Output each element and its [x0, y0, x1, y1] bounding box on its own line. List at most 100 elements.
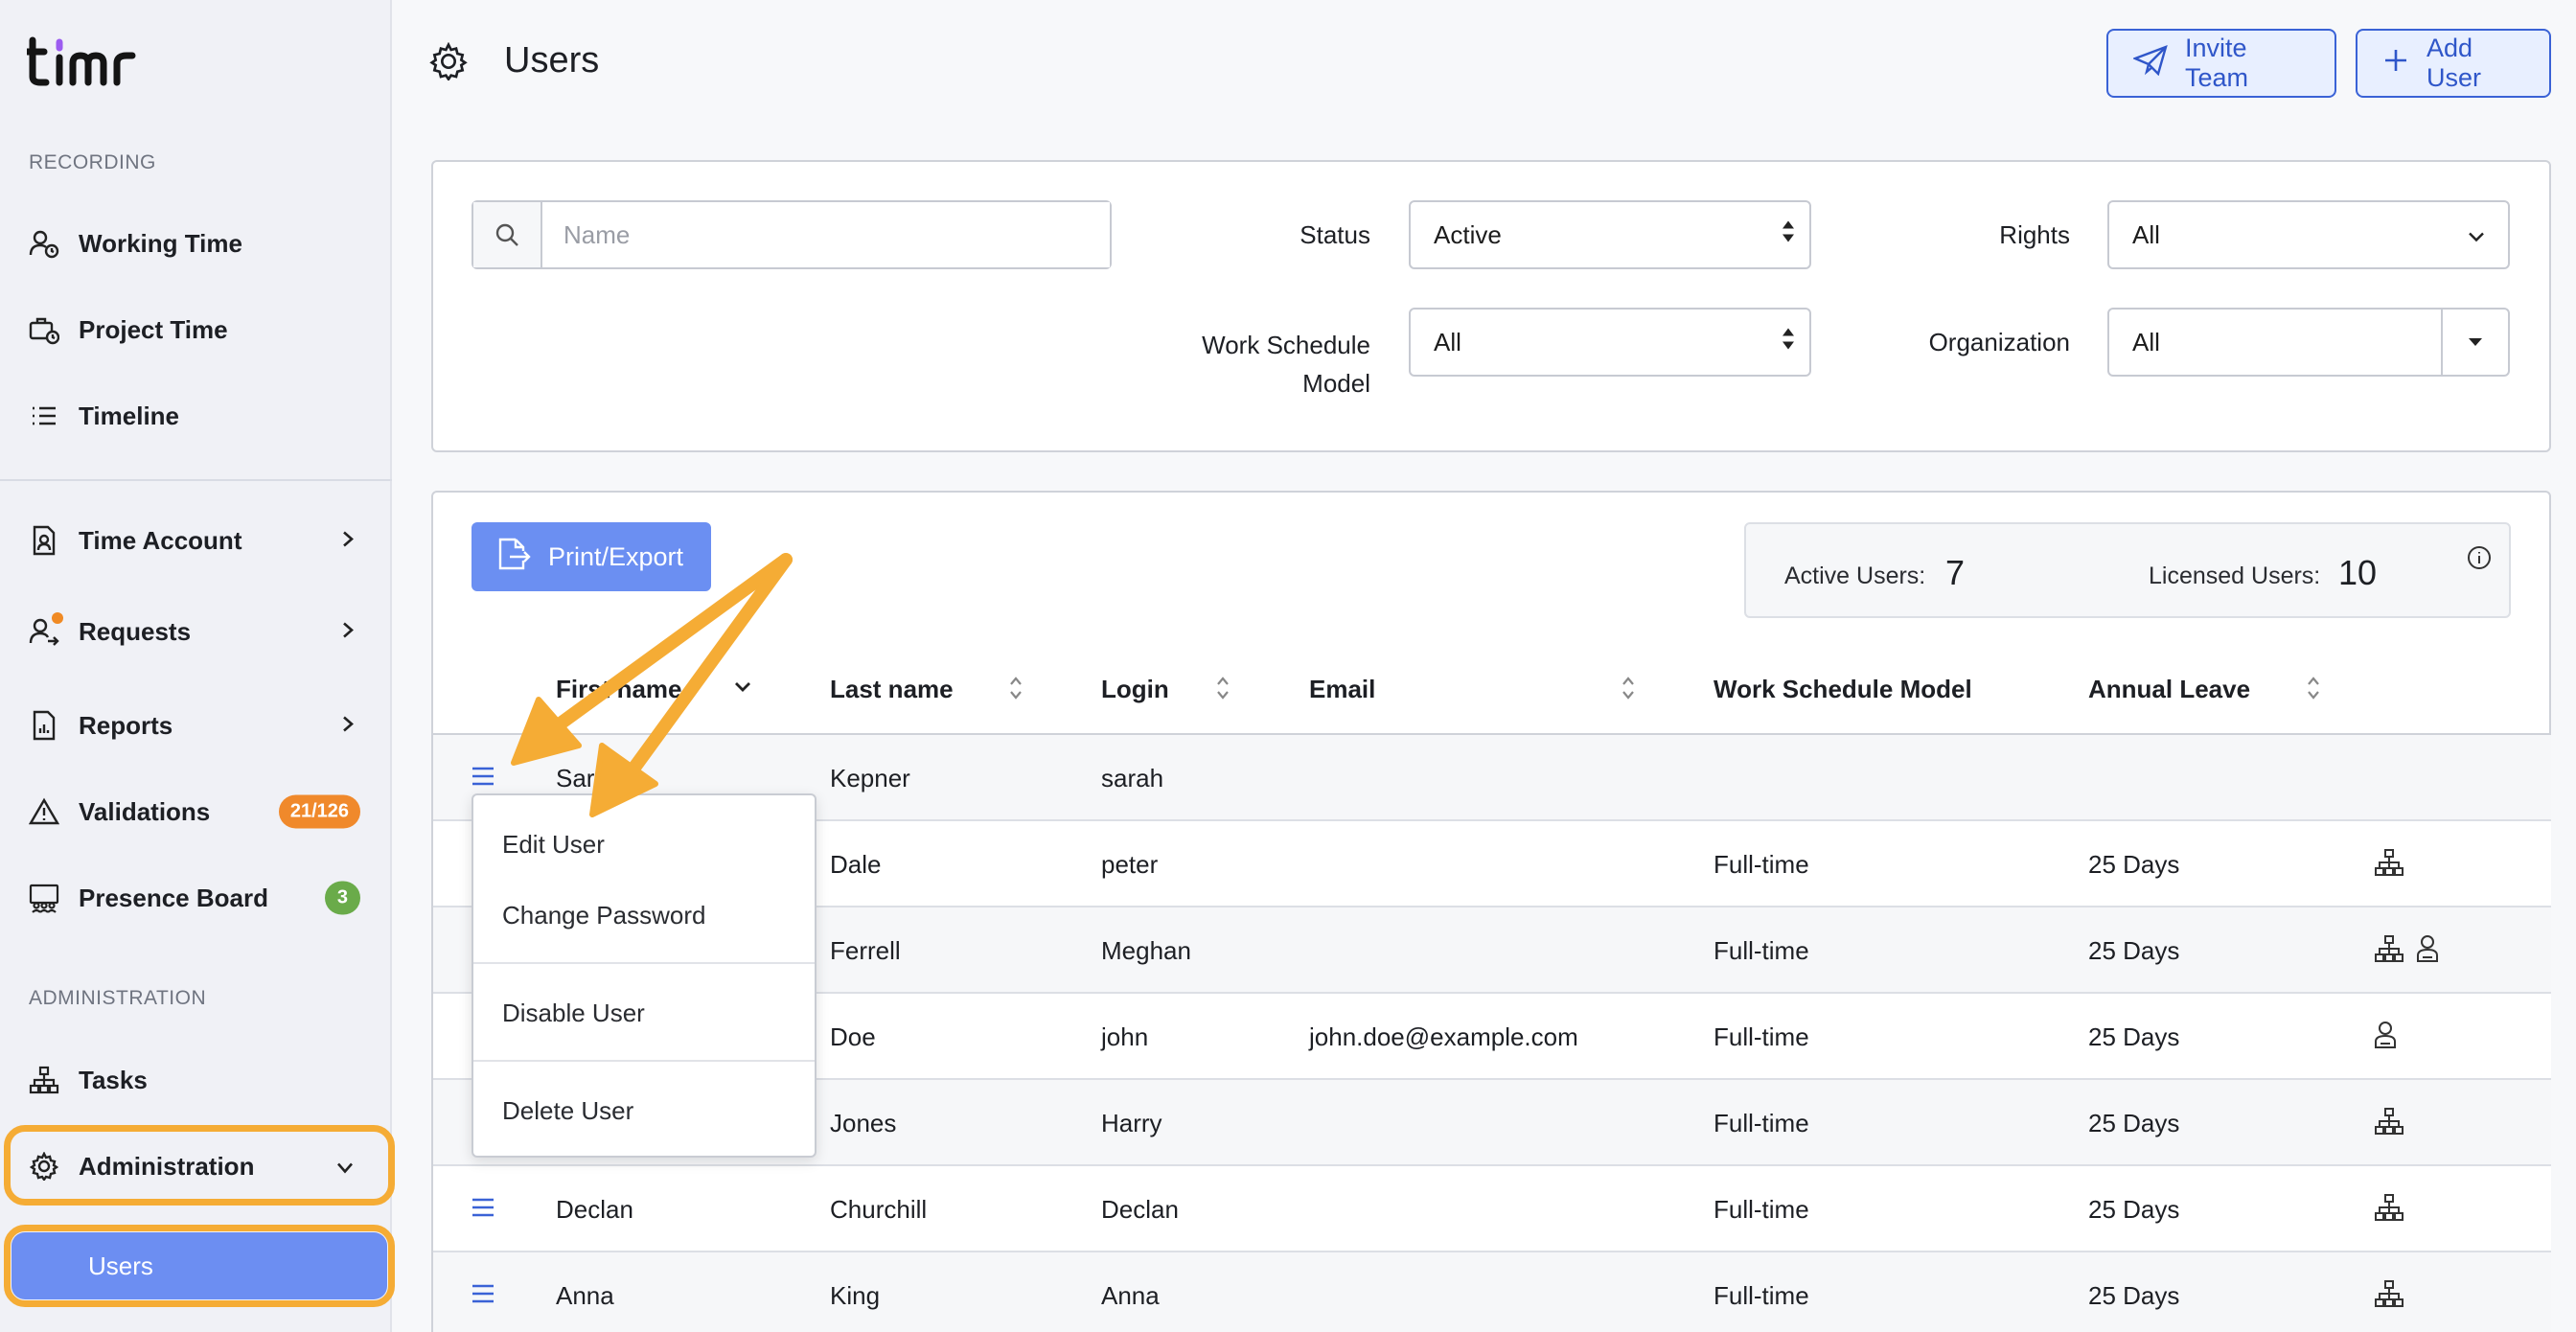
table-row[interactable]: Declan Churchill Declan Full-time 25 Day… [433, 1166, 2551, 1252]
cell-last-name: Kepner [830, 764, 910, 792]
invite-team-label: Invite Team [2185, 34, 2249, 92]
work-schedule-select[interactable]: All [1409, 308, 1811, 377]
print-export-button[interactable]: Print/Export [472, 522, 711, 591]
updown-icon [1781, 218, 1796, 252]
work-schedule-label: Work Schedule Model [1131, 326, 1370, 402]
cell-work-schedule: Full-time [1714, 1281, 1809, 1310]
sidebar-item-timeline[interactable]: Timeline [27, 387, 370, 445]
warning-icon [27, 794, 61, 829]
cell-annual-leave: 25 Days [2088, 850, 2180, 879]
col-annual-leave[interactable]: Annual Leave [2088, 675, 2250, 704]
document-user-icon [27, 523, 61, 558]
presence-badge: 3 [324, 881, 360, 915]
sidebar-item-time-account[interactable]: Time Account [27, 512, 370, 569]
search-icon[interactable] [473, 202, 542, 267]
organization-select[interactable]: All [2107, 308, 2510, 377]
hierarchy-icon [27, 1063, 61, 1097]
menu-separator [473, 1060, 815, 1062]
section-administration: ADMINISTRATION [29, 987, 207, 1009]
status-label: Status [1300, 220, 1370, 249]
col-first-name[interactable]: First name [556, 675, 682, 704]
supervisor-icon [2375, 1022, 2396, 1048]
updown-icon [1781, 326, 1796, 359]
cell-annual-leave: 25 Days [2088, 936, 2180, 965]
section-recording: RECORDING [29, 151, 156, 173]
sort-icon[interactable] [1008, 675, 1024, 706]
cell-last-name: Doe [830, 1022, 876, 1051]
highlight-administration [4, 1125, 395, 1206]
page-title: Users [504, 40, 600, 80]
cell-work-schedule: Full-time [1714, 1195, 1809, 1224]
hierarchy-icon [2375, 935, 2404, 962]
cell-login: peter [1101, 850, 1159, 879]
dropdown-toggle[interactable] [2441, 310, 2508, 375]
sidebar-item-label: Timeline [79, 401, 180, 430]
sidebar-item-validations[interactable]: Validations 21/126 [27, 783, 370, 840]
col-last-name[interactable]: Last name [830, 675, 954, 704]
hamburger-menu-icon[interactable] [472, 1197, 494, 1223]
report-icon [27, 708, 61, 743]
list-icon [27, 399, 61, 433]
paper-plane-icon [2131, 44, 2185, 82]
hierarchy-icon [2375, 1280, 2404, 1307]
hierarchy-icon [2375, 1194, 2404, 1221]
col-login[interactable]: Login [1101, 675, 1169, 704]
status-value: Active [1434, 219, 1502, 249]
search-input[interactable] [542, 202, 1110, 267]
invite-team-button[interactable]: Invite Team [2106, 29, 2336, 98]
sidebar-item-label: Reports [79, 710, 173, 740]
col-email[interactable]: Email [1309, 675, 1375, 704]
organization-value: All [2132, 327, 2160, 356]
user-request-icon [27, 612, 63, 649]
caret-down-icon [2469, 338, 2482, 346]
cell-work-schedule: Full-time [1714, 1022, 1809, 1051]
rights-value: All [2132, 219, 2160, 249]
cell-last-name: Jones [830, 1109, 897, 1137]
user-clock-icon [27, 226, 61, 261]
cell-last-name: King [830, 1281, 881, 1310]
highlight-users [4, 1225, 395, 1307]
sidebar-item-tasks[interactable]: Tasks [27, 1051, 370, 1109]
chevron-right-icon [341, 711, 355, 741]
licensed-users-value: 10 [2338, 553, 2378, 592]
licensed-users-label: Licensed Users: [2149, 563, 2321, 589]
info-icon[interactable] [2467, 545, 2492, 575]
chevron-right-icon [341, 617, 355, 647]
cell-annual-leave: 25 Days [2088, 1109, 2180, 1137]
hamburger-menu-icon[interactable] [472, 766, 494, 792]
status-select[interactable]: Active [1409, 200, 1811, 269]
hamburger-menu-icon[interactable] [472, 1283, 494, 1309]
rights-label: Rights [1999, 220, 2070, 249]
sidebar-item-reports[interactable]: Reports [27, 697, 370, 754]
sidebar-divider [0, 479, 392, 481]
work-schedule-label-line1: Work Schedule [1202, 331, 1370, 359]
table-row[interactable]: Anna King Anna Full-time 25 Days [433, 1252, 2551, 1332]
menu-item-delete-user[interactable]: Delete User [502, 1096, 633, 1126]
sort-icon[interactable] [2306, 675, 2321, 706]
gear-icon [429, 41, 468, 85]
supervisor-icon [2417, 935, 2438, 962]
cell-first-name: Sara [556, 764, 609, 792]
sidebar-item-working-time[interactable]: Working Time [27, 215, 370, 272]
sidebar-item-label: Project Time [79, 314, 228, 344]
sidebar-item-presence-board[interactable]: Presence Board 3 [27, 869, 370, 927]
sort-desc-icon[interactable] [734, 680, 751, 699]
sidebar-item-requests[interactable]: Requests [27, 603, 370, 660]
cell-annual-leave: 25 Days [2088, 1195, 2180, 1224]
cell-last-name: Ferrell [830, 936, 901, 965]
chevron-right-icon [341, 526, 355, 556]
sidebar-item-label: Validations [79, 796, 211, 826]
cell-email: john.doe@example.com [1309, 1022, 1578, 1051]
menu-item-disable-user[interactable]: Disable User [502, 999, 645, 1028]
sidebar-item-project-time[interactable]: Project Time [27, 301, 370, 358]
cell-first-name: Anna [556, 1281, 614, 1310]
rights-select[interactable]: All [2107, 200, 2510, 269]
sort-icon[interactable] [1621, 675, 1636, 706]
sidebar: RECORDING Working Time Project Time Time… [0, 0, 395, 1332]
sort-icon[interactable] [1215, 675, 1230, 706]
menu-item-edit-user[interactable]: Edit User [502, 830, 605, 860]
add-user-button[interactable]: Add User [2356, 29, 2551, 98]
timr-logo[interactable] [27, 34, 151, 88]
cell-first-name: Declan [556, 1195, 633, 1224]
menu-item-change-password[interactable]: Change Password [502, 901, 705, 930]
